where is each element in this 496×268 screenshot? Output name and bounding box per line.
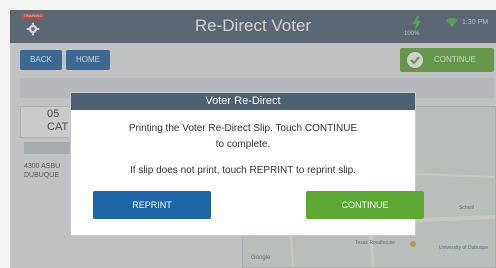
voter-redirect-dialog: Voter Re-Direct Printing the Voter Re-Di… xyxy=(70,92,424,236)
dialog-message-line-3: If slip does not print, touch REPRINT to… xyxy=(129,165,357,176)
continue-button[interactable]: CONTINUE xyxy=(306,191,424,219)
dialog-message-line-2: to complete. xyxy=(215,139,271,150)
dialog-title: Voter Re-Direct xyxy=(71,93,415,110)
dialog-message-line-1: Printing the Voter Re-Direct Slip. Touch… xyxy=(128,123,358,134)
reprint-button[interactable]: REPRINT xyxy=(93,191,211,219)
app-window: TRAINING Re-Direct Voter 100% 1:30 PM BA… xyxy=(10,10,496,268)
